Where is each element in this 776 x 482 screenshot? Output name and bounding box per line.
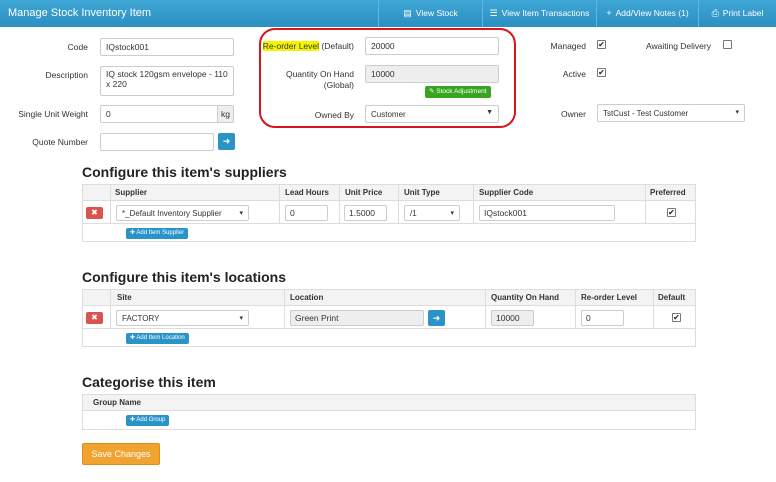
view-stock-button[interactable]: ▤ View Stock [378,0,482,27]
col-reorder-level: Re-order Level [581,293,638,302]
site-select[interactable]: FACTORY ▾ [116,310,249,326]
close-icon: ✖ [91,208,98,217]
location-go-button[interactable]: ➜ [428,310,445,326]
supplier-code-input[interactable]: IQstock001 [479,205,615,221]
close-icon: ✖ [91,313,98,322]
col-unit-type: Unit Type [404,188,440,197]
arrow-right-icon: ➜ [432,313,441,323]
lead-hours-input[interactable]: 0 [285,205,328,221]
add-item-location-button[interactable]: ✚ Add Item Location [126,333,189,344]
list-icon: ☰ [489,8,498,18]
add-view-notes-button[interactable]: + Add/View Notes (1) [596,0,698,27]
locations-heading: Configure this item's locations [82,269,287,285]
page-header: Manage Stock Inventory Item ▤ View Stock … [0,0,776,27]
description-textarea[interactable]: IQ stock 120gsm envelope - 110 x 220 [100,66,234,96]
annotation-red-circle [259,28,516,128]
plus-icon: ✚ [130,335,136,341]
description-label: Description [45,70,88,80]
preferred-checkbox[interactable]: ✔ [667,208,676,217]
print-label-button[interactable]: ⎙ Print Label [698,0,776,27]
view-item-transactions-button[interactable]: ☰ View Item Transactions [482,0,596,27]
col-supplier-code: Supplier Code [479,188,534,197]
col-preferred: Preferred [650,188,686,197]
col-group-name: Group Name [93,398,142,407]
default-checkbox[interactable]: ✔ [672,313,681,322]
col-quantity-on-hand: Quantity On Hand [491,293,559,302]
col-lead-hours: Lead Hours [285,188,330,197]
location-quantity-input: 10000 [491,310,534,326]
add-item-supplier-button[interactable]: ✚ Add Item Supplier [126,228,189,239]
unit-type-select[interactable]: /1 ▾ [404,205,460,221]
delete-supplier-button[interactable]: ✖ [86,207,103,219]
delete-location-button[interactable]: ✖ [86,312,103,324]
list-icon: ▤ [403,8,412,18]
categorise-heading: Categorise this item [82,374,216,390]
suppliers-table-header: Supplier Lead Hours Unit Price Unit Type… [83,185,695,201]
plus-icon: ✚ [130,417,136,423]
location-reorder-input[interactable]: 0 [581,310,624,326]
locations-table-header: Site Location Quantity On Hand Re-order … [83,290,695,306]
caret-down-icon: ▾ [450,210,454,217]
arrow-right-icon: ➜ [222,136,231,146]
owner-label: Owner [560,109,586,119]
col-site: Site [117,293,132,302]
quote-number-input[interactable] [100,133,214,151]
col-supplier: Supplier [115,188,148,197]
suppliers-table: Supplier Lead Hours Unit Price Unit Type… [82,184,696,242]
col-unit-price: Unit Price [345,188,383,197]
quote-number-label: Quote Number [32,137,88,147]
caret-down-icon: ▾ [239,315,243,322]
print-icon: ⎙ [711,8,719,18]
awaiting-delivery-checkbox[interactable] [723,40,732,49]
caret-down-icon: ▾ [239,210,243,217]
awaiting-delivery-label: Awaiting Delivery [645,41,711,51]
groups-table-header: Group Name [83,395,695,411]
suppliers-heading: Configure this item's suppliers [82,164,287,180]
active-label: Active [562,69,586,79]
plus-icon: + [606,8,612,18]
location-input[interactable]: Green Print [290,310,424,326]
add-group-button[interactable]: ✚ Add Group [126,415,170,426]
weight-input[interactable]: 0 [100,105,218,123]
locations-table: Site Location Quantity On Hand Re-order … [82,289,696,347]
weight-unit-addon: kg [217,105,234,123]
page-title: Manage Stock Inventory Item [8,7,152,19]
supplier-select[interactable]: *_Default Inventory Supplier ▾ [116,205,249,221]
managed-label: Managed [550,41,586,51]
active-checkbox[interactable]: ✔ [597,68,606,77]
code-label: Code [67,42,88,52]
save-changes-button[interactable]: Save Changes [82,443,160,465]
owner-select[interactable]: TstCust - Test Customer ▾ [597,104,745,122]
managed-checkbox[interactable]: ✔ [597,40,606,49]
col-default: Default [658,293,686,302]
unit-price-input[interactable]: 1.5000 [344,205,387,221]
code-input[interactable]: IQstock001 [100,38,234,56]
quote-go-button[interactable]: ➜ [218,133,235,150]
groups-table: Group Name ✚ Add Group [82,394,696,430]
weight-label: Single Unit Weight [18,109,88,119]
plus-icon: ✚ [130,230,136,236]
caret-down-icon: ▾ [735,109,739,116]
col-location: Location [290,293,324,302]
